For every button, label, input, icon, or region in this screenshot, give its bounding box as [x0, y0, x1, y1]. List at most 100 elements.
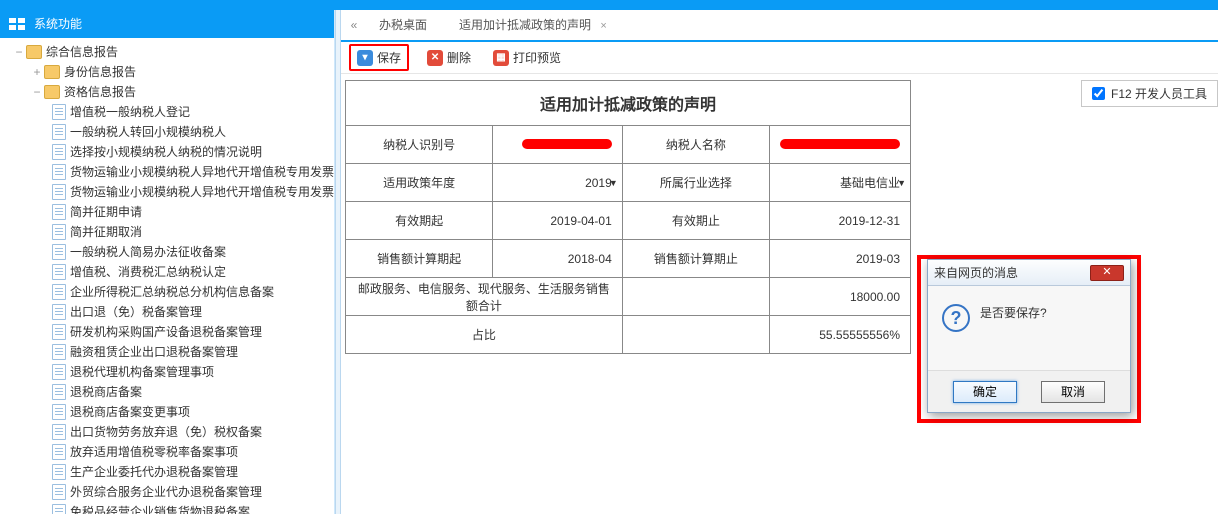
tree-item[interactable]: 简并征期申请: [2, 202, 334, 222]
value-sales-total-mid: [622, 278, 769, 316]
chevron-down-icon: ▼: [897, 178, 906, 188]
tree-item[interactable]: 增值税、消费税汇总纳税认定: [2, 262, 334, 282]
tree-folder[interactable]: + 身份信息报告: [2, 62, 334, 82]
tabs-row: « 办税桌面 适用加计抵减政策的声明 ×: [341, 10, 1218, 42]
confirm-dialog: 来自网页的消息 ✕ ? 是否要保存? 确定 取消: [927, 259, 1131, 413]
button-label: 删除: [447, 49, 471, 66]
file-icon: [52, 444, 66, 460]
select-industry[interactable]: 基础电信业▼: [769, 164, 910, 202]
tree-label: 一般纳税人转回小规模纳税人: [70, 122, 226, 142]
dialog-titlebar[interactable]: 来自网页的消息 ✕: [928, 260, 1130, 286]
tree-item[interactable]: 货物运输业小规模纳税人异地代开增值税专用发票备案: [2, 162, 334, 182]
tree-item[interactable]: 研发机构采购国产设备退税备案管理: [2, 322, 334, 342]
label-taxpayer-id: 纳税人识别号: [346, 126, 493, 164]
file-icon: [52, 344, 66, 360]
file-icon: [52, 164, 66, 180]
tree-root[interactable]: − 综合信息报告: [2, 42, 334, 62]
nav-tree[interactable]: − 综合信息报告 + 身份信息报告 − 资格信息报告 增值税一般纳税人登记一般纳…: [0, 38, 334, 514]
tree-label: 一般纳税人简易办法征收备案: [70, 242, 226, 262]
file-icon: [52, 244, 66, 260]
tree-item[interactable]: 出口货物劳务放弃退（免）税权备案: [2, 422, 334, 442]
tab-desktop[interactable]: 办税桌面: [363, 10, 443, 40]
tree-label: 生产企业委托代办退税备案管理: [70, 462, 238, 482]
chevron-down-icon: ▼: [609, 178, 618, 188]
file-icon: [52, 284, 66, 300]
tree-item[interactable]: 退税商店备案: [2, 382, 334, 402]
button-label: 打印预览: [513, 49, 561, 66]
form-title: 适用加计抵减政策的声明: [346, 81, 911, 126]
value-ratio: 55.55555556%: [769, 316, 910, 354]
dev-tools-hint[interactable]: F12 开发人员工具: [1081, 80, 1218, 107]
value-sales-to: 2019-03: [769, 240, 910, 278]
delete-button[interactable]: ✕ 删除: [423, 47, 475, 68]
tree-item[interactable]: 外贸综合服务企业代办退税备案管理: [2, 482, 334, 502]
tabs-prev-icon[interactable]: «: [345, 18, 363, 32]
tree-folder[interactable]: − 资格信息报告: [2, 82, 334, 102]
tree-label: 增值税一般纳税人登记: [70, 102, 190, 122]
collapse-icon[interactable]: −: [12, 42, 26, 62]
value-taxpayer-id: [493, 126, 623, 164]
label-sales-total: 邮政服务、电信服务、现代服务、生活服务销售额合计: [346, 278, 623, 316]
tree-item[interactable]: 生产企业委托代办退税备案管理: [2, 462, 334, 482]
file-icon: [52, 204, 66, 220]
tree-item[interactable]: 企业所得税汇总纳税总分机构信息备案: [2, 282, 334, 302]
folder-icon: [44, 85, 60, 99]
tree-item[interactable]: 简并征期取消: [2, 222, 334, 242]
system-header: 系统功能: [0, 10, 334, 38]
tree-item[interactable]: 增值税一般纳税人登记: [2, 102, 334, 122]
file-icon: [52, 324, 66, 340]
tab-declaration[interactable]: 适用加计抵减政策的声明 ×: [443, 10, 623, 40]
dev-checkbox[interactable]: [1092, 87, 1105, 100]
dialog-body: ? 是否要保存?: [928, 286, 1130, 370]
tree-label: 出口货物劳务放弃退（免）税权备案: [70, 422, 262, 442]
toolbar: ▾ 保存 ✕ 删除 ▦ 打印预览: [341, 42, 1218, 74]
collapse-icon[interactable]: −: [30, 82, 44, 102]
tree-item[interactable]: 退税代理机构备案管理事项: [2, 362, 334, 382]
tree-item[interactable]: 放弃适用增值税零税率备案事项: [2, 442, 334, 462]
tree-label: 企业所得税汇总纳税总分机构信息备案: [70, 282, 274, 302]
file-icon: [52, 144, 66, 160]
cancel-button[interactable]: 取消: [1041, 381, 1105, 403]
tree-label: 增值税、消费税汇总纳税认定: [70, 262, 226, 282]
tree-item[interactable]: 货物运输业小规模纳税人异地代开增值税专用发票备案: [2, 182, 334, 202]
label-sales-to: 销售额计算期止: [622, 240, 769, 278]
file-icon: [52, 224, 66, 240]
tree-item[interactable]: 融资租赁企业出口退税备案管理: [2, 342, 334, 362]
tree-label: 身份信息报告: [64, 62, 136, 82]
dialog-title: 来自网页的消息: [934, 264, 1018, 281]
save-button[interactable]: ▾ 保存: [353, 47, 405, 68]
tree-label: 免税品经营企业销售货物退税备案: [70, 502, 250, 514]
tree-item[interactable]: 免税品经营企业销售货物退税备案: [2, 502, 334, 514]
tree-label: 退税商店备案: [70, 382, 142, 402]
file-icon: [52, 484, 66, 500]
tree-item[interactable]: 出口退（免）税备案管理: [2, 302, 334, 322]
expand-icon[interactable]: +: [30, 62, 44, 82]
button-label: 保存: [377, 49, 401, 66]
folder-icon: [44, 65, 60, 79]
value-ratio-mid: [622, 316, 769, 354]
file-icon: [52, 424, 66, 440]
tree-item[interactable]: 一般纳税人转回小规模纳税人: [2, 122, 334, 142]
label-taxpayer-name: 纳税人名称: [622, 126, 769, 164]
main-layout: 系统功能 − 综合信息报告 + 身份信息报告 − 资格信息报告 增值税一般纳税人…: [0, 10, 1218, 514]
dialog-close-button[interactable]: ✕: [1090, 265, 1124, 281]
tab-label: 办税桌面: [379, 18, 427, 32]
tree-label: 货物运输业小规模纳税人异地代开增值税专用发票备案: [70, 162, 334, 182]
value-valid-to: 2019-12-31: [769, 202, 910, 240]
dialog-actions: 确定 取消: [928, 370, 1130, 412]
tree-label: 出口退（免）税备案管理: [70, 302, 202, 322]
tree-label: 货物运输业小规模纳税人异地代开增值税专用发票备案: [70, 182, 334, 202]
tree-item[interactable]: 选择按小规模纳税人纳税的情况说明: [2, 142, 334, 162]
file-icon: [52, 104, 66, 120]
select-policy-year[interactable]: 2019▼: [493, 164, 623, 202]
dialog-message: 是否要保存?: [980, 304, 1047, 321]
print-preview-button[interactable]: ▦ 打印预览: [489, 47, 565, 68]
tree-item[interactable]: 一般纳税人简易办法征收备案: [2, 242, 334, 262]
value-sales-total: 18000.00: [769, 278, 910, 316]
system-header-label: 系统功能: [34, 10, 82, 38]
save-highlight: ▾ 保存: [349, 44, 409, 71]
ok-button[interactable]: 确定: [953, 381, 1017, 403]
top-bar: [0, 0, 1218, 10]
close-icon[interactable]: ×: [600, 20, 606, 32]
tree-item[interactable]: 退税商店备案变更事项: [2, 402, 334, 422]
